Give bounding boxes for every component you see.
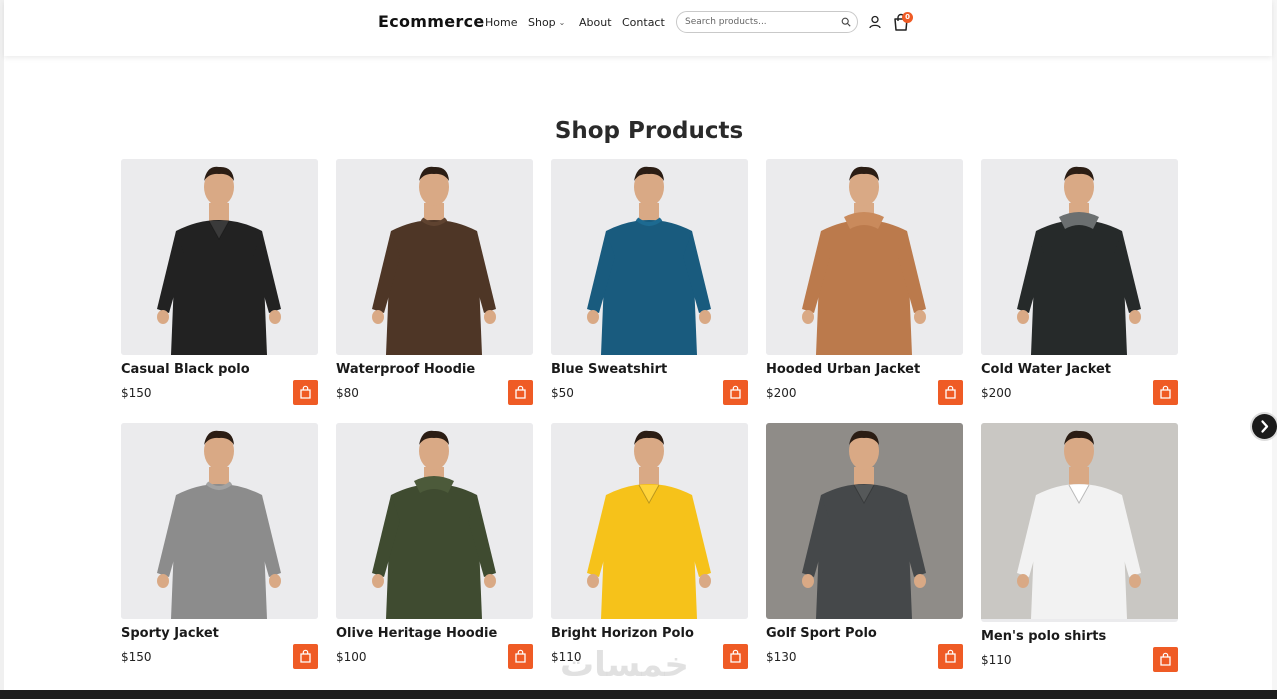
shopping-bag-icon <box>515 385 526 399</box>
add-to-cart-button[interactable] <box>508 380 533 405</box>
nav-shop-label: Shop <box>528 16 556 29</box>
nav-shop[interactable]: Shop ⌄ <box>528 16 565 29</box>
shopping-bag-icon <box>730 385 741 399</box>
product-name[interactable]: Golf Sport Polo <box>766 626 936 641</box>
add-to-cart-button[interactable] <box>293 644 318 669</box>
add-to-cart-button[interactable] <box>1153 380 1178 405</box>
shopping-bag-icon <box>945 385 956 399</box>
add-to-cart-button[interactable] <box>293 380 318 405</box>
product-name[interactable]: Hooded Urban Jacket <box>766 362 936 377</box>
footer-bar <box>0 690 1277 699</box>
add-to-cart-button[interactable] <box>1153 647 1178 672</box>
nav-about[interactable]: About <box>579 16 612 29</box>
product-name[interactable]: Sporty Jacket <box>121 626 291 641</box>
page-left-edge <box>0 0 4 699</box>
product-price: $150 <box>121 650 152 664</box>
product-price: $100 <box>336 650 367 664</box>
product-image[interactable] <box>121 423 318 619</box>
product-image[interactable] <box>981 423 1178 622</box>
product-image[interactable] <box>551 159 748 355</box>
product-price: $150 <box>121 386 152 400</box>
brand-logo[interactable]: Ecommerce <box>378 12 485 31</box>
product-image[interactable] <box>336 423 533 619</box>
product-image[interactable] <box>766 423 963 619</box>
search-box <box>676 11 858 33</box>
product-price: $200 <box>981 386 1012 400</box>
product-price: $130 <box>766 650 797 664</box>
shopping-bag-icon <box>945 649 956 663</box>
product-image[interactable] <box>551 423 748 619</box>
add-to-cart-button[interactable] <box>723 644 748 669</box>
shopping-bag-icon <box>730 649 741 663</box>
product-name[interactable]: Olive Heritage Hoodie <box>336 626 506 641</box>
page-title: Shop Products <box>554 118 744 144</box>
carousel-next-button[interactable] <box>1252 414 1277 439</box>
product-image[interactable] <box>981 159 1178 355</box>
shopping-bag-icon <box>300 649 311 663</box>
product-name[interactable]: Men's polo shirts <box>981 629 1151 644</box>
search-input[interactable] <box>685 15 835 29</box>
chevron-down-icon: ⌄ <box>558 18 566 27</box>
nav-contact[interactable]: Contact <box>622 16 665 29</box>
product-image[interactable] <box>121 159 318 355</box>
product-price: $110 <box>981 653 1012 667</box>
user-icon[interactable] <box>868 15 882 29</box>
product-price: $80 <box>336 386 359 400</box>
product-image[interactable] <box>766 159 963 355</box>
product-name[interactable]: Blue Sweatshirt <box>551 362 721 377</box>
add-to-cart-button[interactable] <box>723 380 748 405</box>
shopping-bag-icon <box>1160 652 1171 666</box>
product-name[interactable]: Cold Water Jacket <box>981 362 1151 377</box>
product-image[interactable] <box>336 159 533 355</box>
chevron-right-icon <box>1261 420 1269 433</box>
product-price: $200 <box>766 386 797 400</box>
product-price: $50 <box>551 386 574 400</box>
watermark-logo: خمسات <box>560 645 689 685</box>
product-name[interactable]: Waterproof Hoodie <box>336 362 506 377</box>
cart-count-badge: 0 <box>902 12 913 23</box>
nav-home[interactable]: Home <box>485 16 517 29</box>
shopping-bag-icon <box>300 385 311 399</box>
add-to-cart-button[interactable] <box>508 644 533 669</box>
search-icon[interactable] <box>841 17 851 27</box>
add-to-cart-button[interactable] <box>938 380 963 405</box>
add-to-cart-button[interactable] <box>938 644 963 669</box>
shopping-bag-icon <box>515 649 526 663</box>
product-name[interactable]: Casual Black polo <box>121 362 291 377</box>
product-name[interactable]: Bright Horizon Polo <box>551 626 721 641</box>
page-right-edge <box>1272 0 1277 699</box>
shopping-bag-icon <box>1160 385 1171 399</box>
